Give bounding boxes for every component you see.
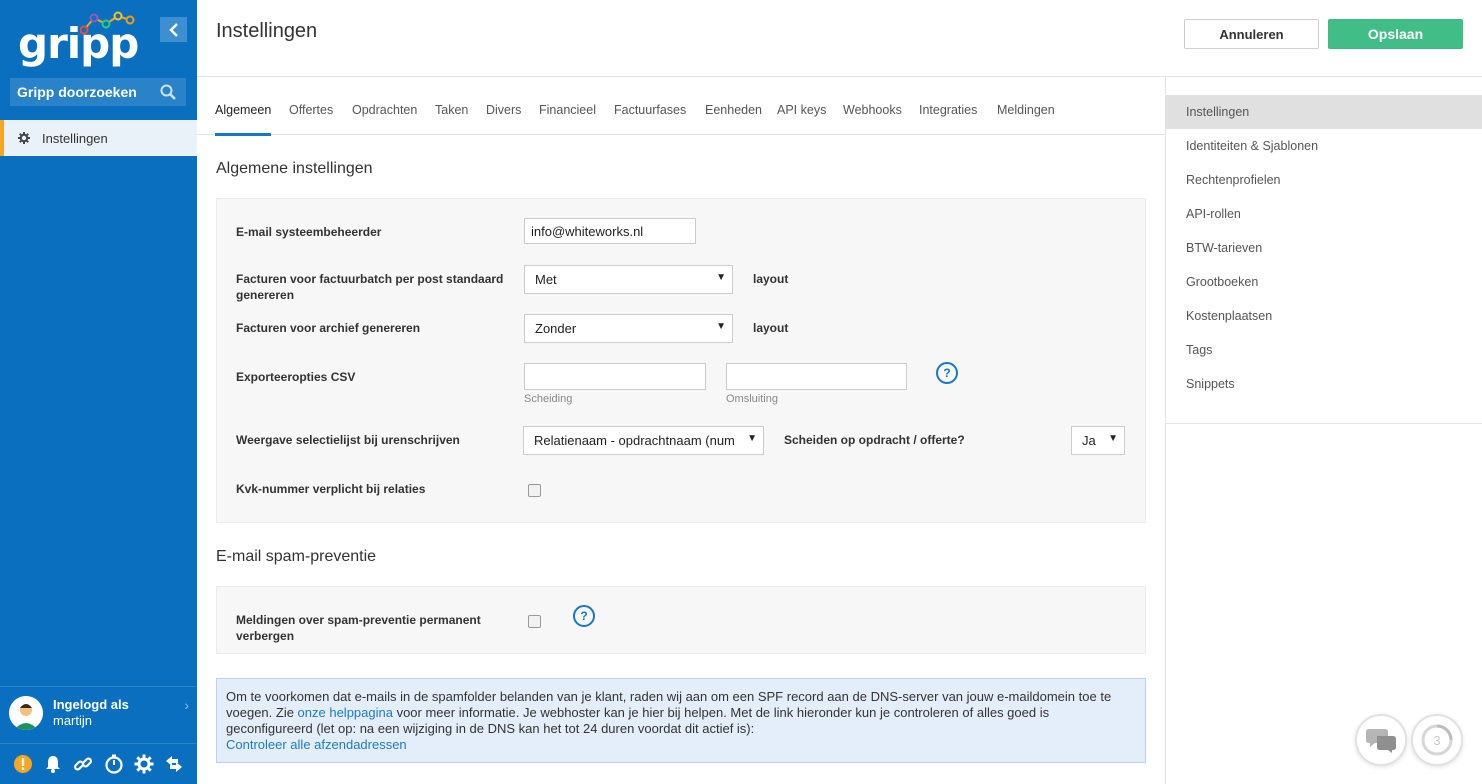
post-invoice-select[interactable]: Met ▼	[524, 265, 733, 294]
archive-invoice-value: Zonder	[535, 321, 577, 336]
kvk-label: Kvk-nummer verplicht bij relaties	[236, 482, 426, 496]
csv-label: Exporteeropties CSV	[236, 370, 356, 384]
tab-meldingen[interactable]: Meldingen	[997, 103, 1055, 133]
help-page-link[interactable]: onze helppagina	[298, 705, 393, 720]
chevron-right-icon: ›	[184, 697, 189, 713]
section-title-general: Algemene instellingen	[216, 160, 373, 177]
loader-badge-icon: 3	[1421, 724, 1453, 756]
spf-info-box: Om te voorkomen dat e-mails in de spamfo…	[216, 678, 1146, 763]
check-senders-link[interactable]: Controleer alle afzendadressen	[226, 737, 407, 752]
search-icon[interactable]	[160, 84, 176, 103]
section-title-spam: E-mail spam-preventie	[216, 548, 377, 565]
csv-separator-hint: Scheiding	[524, 393, 573, 405]
collapse-sidebar-button[interactable]	[160, 17, 187, 42]
logo-dots-icon	[80, 11, 135, 35]
tab-integraties[interactable]: Integraties	[919, 103, 977, 133]
tab-divers[interactable]: Divers	[486, 103, 521, 133]
dropdown-arrow-icon: ▼	[743, 433, 757, 444]
csv-enclosure-hint: Omsluiting	[726, 393, 778, 405]
timer-icon[interactable]	[104, 754, 124, 774]
dropdown-arrow-icon: ▼	[712, 272, 726, 283]
chat-icon	[1366, 729, 1396, 753]
cancel-button[interactable]: Annuleren	[1184, 19, 1319, 49]
gear-icon[interactable]	[134, 754, 154, 774]
split-label: Scheiden op opdracht / offerte?	[784, 433, 965, 447]
submenu-item-identiteiten[interactable]: Identiteiten & Sjablonen	[1166, 129, 1482, 163]
submenu-item-tags[interactable]: Tags	[1166, 333, 1482, 367]
select-list-value: Relatienaam - opdrachtnaam (num	[534, 433, 735, 448]
archive-invoice-select[interactable]: Zonder ▼	[524, 314, 733, 343]
archive-layout-suffix: layout	[753, 321, 789, 335]
settings-submenu: Instellingen Identiteiten & Sjablonen Re…	[1165, 77, 1482, 784]
general-settings-panel	[216, 198, 1146, 523]
submenu-item-grootboeken[interactable]: Grootboeken	[1166, 265, 1482, 299]
dropdown-arrow-icon: ▼	[712, 321, 726, 332]
notifications-button[interactable]: 3	[1411, 714, 1463, 766]
tab-taken[interactable]: Taken	[435, 103, 468, 133]
page-header: Instellingen Annuleren Opslaan	[197, 0, 1482, 77]
tab-eenheden[interactable]: Eenheden	[705, 103, 762, 133]
submenu-item-rechtenprofielen[interactable]: Rechtenprofielen	[1166, 163, 1482, 197]
user-menu[interactable]: Ingelogd als martijn ›	[0, 686, 197, 742]
user-name: martijn	[53, 713, 93, 728]
settings-tabs: Algemeen Offertes Opdrachten Taken Diver…	[197, 77, 1165, 136]
submenu-item-snippets[interactable]: Snippets	[1166, 367, 1482, 401]
email-label: E-mail systeembeheerder	[236, 225, 382, 239]
bell-icon[interactable]	[43, 754, 63, 774]
archive-invoice-label: Facturen voor archief genereren	[236, 321, 421, 335]
csv-enclosure-field[interactable]	[726, 363, 907, 390]
csv-help-icon[interactable]: ?	[936, 362, 958, 384]
page-title: Instellingen	[216, 20, 318, 42]
tab-algemeen[interactable]: Algemeen	[215, 103, 272, 136]
sidebar-item-label: Instellingen	[42, 130, 108, 146]
tab-financieel[interactable]: Financieel	[539, 103, 596, 133]
spam-hide-checkbox[interactable]	[528, 615, 541, 628]
gripp-logo[interactable]: gripp	[18, 10, 139, 70]
sidebar-item-instellingen[interactable]: Instellingen	[0, 120, 197, 156]
avatar	[9, 696, 43, 730]
split-value: Ja	[1082, 433, 1096, 448]
save-button[interactable]: Opslaan	[1328, 19, 1463, 49]
submenu-item-api-rollen[interactable]: API-rollen	[1166, 197, 1482, 231]
admin-email-field[interactable]	[524, 218, 696, 244]
switch-icon[interactable]	[164, 754, 184, 774]
csv-separator-field[interactable]	[524, 363, 706, 390]
submenu-item-instellingen[interactable]: Instellingen	[1166, 95, 1482, 129]
split-select[interactable]: Ja ▼	[1071, 426, 1125, 455]
post-invoice-label: Facturen voor factuurbatch per post stan…	[236, 272, 504, 302]
post-invoice-value: Met	[535, 272, 557, 287]
sidebar: gripp Gripp doorzoeken Instellingen Inge…	[0, 0, 197, 784]
bottom-toolbar	[0, 743, 197, 784]
badge-count: 3	[1433, 733, 1440, 748]
submenu-item-kostenplaatsen[interactable]: Kostenplaatsen	[1166, 299, 1482, 333]
spam-help-icon[interactable]: ?	[573, 605, 595, 627]
chevron-left-icon	[168, 22, 178, 37]
tab-opdrachten[interactable]: Opdrachten	[352, 103, 417, 133]
alert-icon[interactable]	[13, 754, 33, 774]
dropdown-arrow-icon: ▼	[1104, 433, 1118, 444]
tab-webhooks[interactable]: Webhooks	[843, 103, 902, 133]
search-input[interactable]: Gripp doorzoeken	[10, 78, 186, 106]
select-list-select[interactable]: Relatienaam - opdrachtnaam (num ▼	[523, 426, 764, 455]
tab-factuurfases[interactable]: Factuurfases	[614, 103, 686, 133]
submenu-item-btw-tarieven[interactable]: BTW-tarieven	[1166, 231, 1482, 265]
spam-hide-label: Meldingen over spam-preventie permanent …	[236, 613, 481, 643]
chat-button[interactable]	[1355, 714, 1407, 766]
link-icon[interactable]	[73, 754, 93, 774]
search-placeholder: Gripp doorzoeken	[17, 84, 137, 100]
gear-icon	[18, 132, 30, 144]
kvk-required-checkbox[interactable]	[528, 484, 541, 497]
tab-offertes[interactable]: Offertes	[289, 103, 333, 133]
select-list-label: Weergave selectielijst bij urenschrijven	[236, 433, 460, 447]
tab-api-keys[interactable]: API keys	[777, 103, 826, 133]
user-label: Ingelogd als	[53, 697, 129, 712]
post-layout-suffix: layout	[753, 272, 789, 286]
